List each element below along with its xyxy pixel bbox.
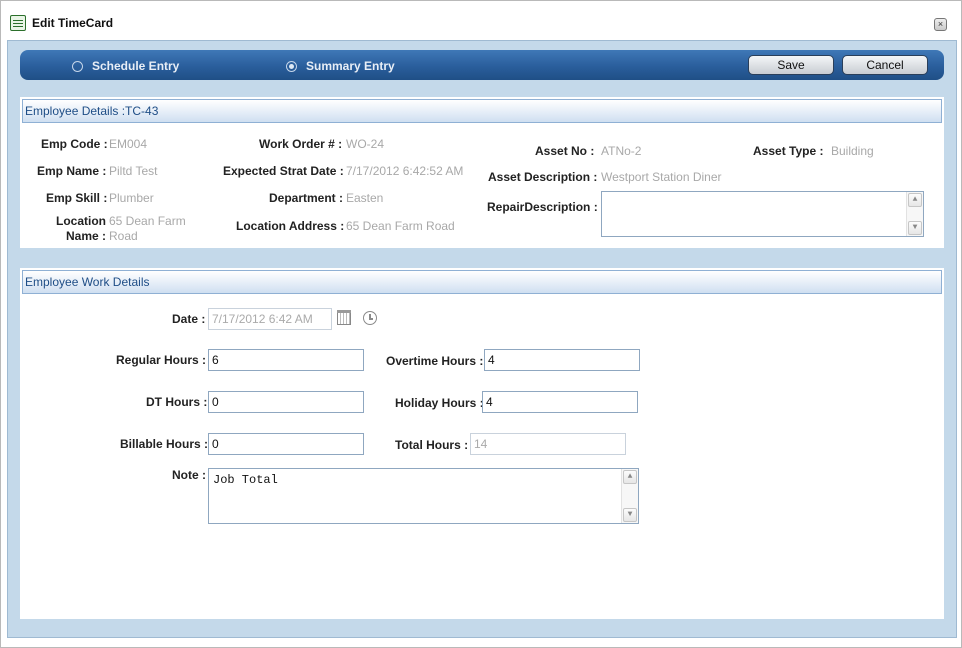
clock-icon[interactable]	[363, 311, 377, 325]
entry-toolbar: Schedule Entry Summary Entry Save Cancel	[20, 50, 944, 80]
edit-timecard-window: Edit TimeCard × Schedule Entry Summary E…	[0, 0, 962, 648]
location-name-value: 65 Dean Farm Road	[109, 214, 186, 243]
work-details-section: Employee Work Details Date : 7/17/2012 6…	[20, 268, 944, 619]
save-button[interactable]: Save	[748, 55, 834, 75]
radio-selected-icon	[286, 60, 297, 72]
radio-unselected-icon	[72, 60, 83, 72]
billable-hours-input[interactable]: 0	[208, 433, 364, 455]
asset-no-label: Asset No :	[535, 144, 595, 158]
billable-hours-label: Billable Hours :	[120, 437, 209, 451]
department-label: Department :	[269, 191, 344, 205]
timecard-panel: Schedule Entry Summary Entry Save Cancel…	[7, 40, 957, 638]
repair-description-label: RepairDescription :	[487, 200, 598, 214]
repair-description-scrollbar[interactable]: ▲ ▼	[906, 192, 923, 236]
work-details-header: Employee Work Details	[22, 270, 942, 294]
note-label: Note :	[172, 468, 206, 482]
asset-type-label: Asset Type :	[753, 144, 824, 158]
schedule-entry-label: Schedule Entry	[92, 59, 180, 73]
date-label: Date :	[172, 312, 206, 326]
date-input[interactable]: 7/17/2012 6:42 AM	[208, 308, 332, 330]
location-name-label: Location Name :	[56, 214, 106, 243]
cancel-button[interactable]: Cancel	[842, 55, 928, 75]
emp-name-label: Emp Name :	[37, 164, 107, 178]
holiday-hours-input[interactable]: 4	[482, 391, 638, 413]
total-hours-input[interactable]: 14	[470, 433, 626, 455]
expected-start-value: 7/17/2012 6:42:52 AM	[346, 164, 464, 178]
regular-hours-label: Regular Hours :	[116, 353, 207, 367]
scroll-down-arrow-icon[interactable]: ▼	[908, 221, 922, 235]
scroll-up-arrow-icon[interactable]: ▲	[623, 470, 637, 484]
note-scrollbar[interactable]: ▲ ▼	[621, 469, 638, 523]
work-order-label: Work Order # :	[259, 137, 343, 151]
timecard-icon	[10, 15, 26, 31]
emp-skill-label: Emp Skill :	[46, 191, 108, 205]
expected-start-label: Expected Strat Date :	[223, 164, 344, 178]
department-value: Easten	[346, 191, 384, 205]
work-order-value: WO-24	[346, 137, 385, 151]
asset-description-label: Asset Description :	[488, 170, 598, 184]
holiday-hours-label: Holiday Hours :	[395, 396, 484, 410]
emp-skill-value: Plumber	[109, 191, 154, 205]
emp-name-value: Piltd Test	[109, 164, 158, 178]
asset-type-value: Building	[831, 144, 874, 158]
location-address-value: 65 Dean Farm Road	[346, 219, 455, 233]
close-icon[interactable]: ×	[934, 18, 947, 31]
total-hours-label: Total Hours :	[395, 438, 469, 452]
note-textarea[interactable]: Job Total ▲ ▼	[208, 468, 639, 524]
employee-details-header: Employee Details :TC-43	[22, 99, 942, 123]
summary-entry-radio[interactable]: Summary Entry	[286, 58, 395, 74]
overtime-hours-label: Overtime Hours :	[386, 354, 484, 368]
dt-hours-input[interactable]: 0	[208, 391, 364, 413]
location-address-label: Location Address :	[236, 219, 345, 233]
overtime-hours-input[interactable]: 4	[484, 349, 640, 371]
asset-no-value: ATNo-2	[601, 144, 642, 158]
employee-details-section: Employee Details :TC-43 Emp Code : EM004…	[20, 97, 944, 248]
summary-entry-label: Summary Entry	[306, 59, 395, 73]
repair-description-textarea[interactable]: ▲ ▼	[601, 191, 924, 237]
emp-code-label: Emp Code :	[41, 137, 108, 151]
note-text: Job Total	[213, 473, 278, 487]
asset-description-value: Westport Station Diner	[601, 170, 722, 184]
title-bar: Edit TimeCard ×	[1, 1, 961, 39]
scroll-up-arrow-icon[interactable]: ▲	[908, 193, 922, 207]
schedule-entry-radio[interactable]: Schedule Entry	[72, 58, 179, 74]
dt-hours-label: DT Hours :	[146, 395, 208, 409]
calendar-icon[interactable]	[337, 310, 351, 325]
emp-code-value: EM004	[109, 137, 148, 151]
scroll-down-arrow-icon[interactable]: ▼	[623, 508, 637, 522]
window-title: Edit TimeCard	[32, 16, 114, 30]
regular-hours-input[interactable]: 6	[208, 349, 364, 371]
